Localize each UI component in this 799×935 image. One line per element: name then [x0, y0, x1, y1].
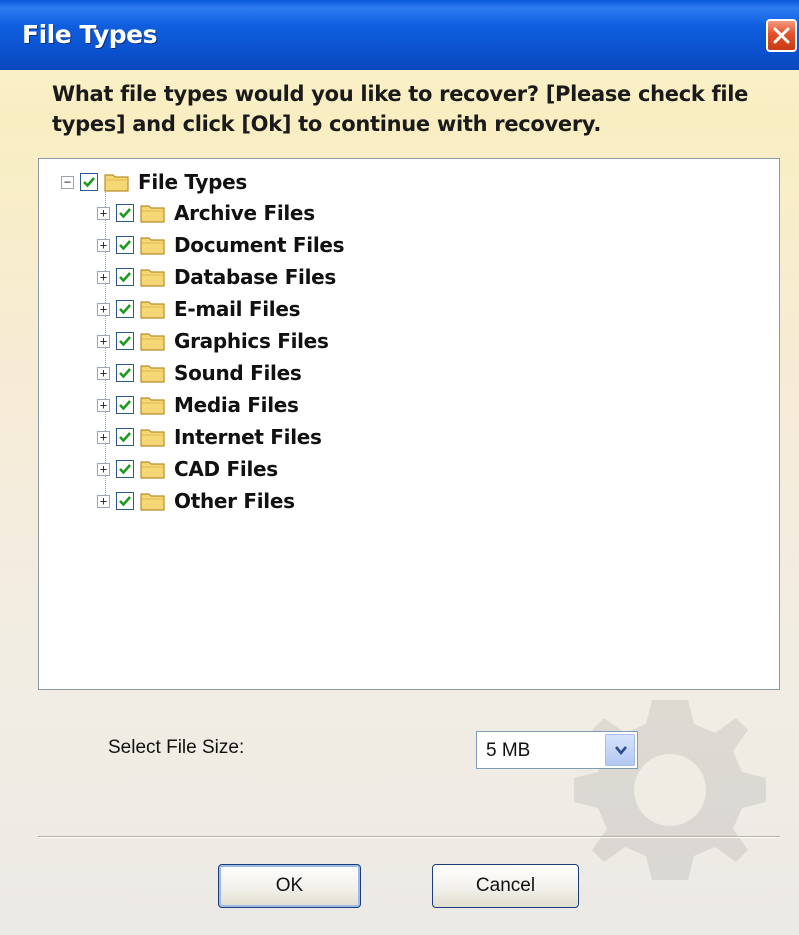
checkbox-archive-files[interactable] [116, 204, 134, 222]
tree-node-media-files[interactable]: + Media Files [97, 390, 299, 420]
tree-node-label: Media Files [174, 393, 299, 417]
tree-root-label: File Types [138, 170, 247, 194]
tree-node-graphics-files[interactable]: + Graphics Files [97, 326, 329, 356]
checkbox-email-files[interactable] [116, 300, 134, 318]
title-bar: File Types [0, 0, 799, 70]
checkbox-internet-files[interactable] [116, 428, 134, 446]
tree-node-label: Internet Files [174, 425, 322, 449]
checkmark-icon [119, 368, 131, 379]
folder-icon [140, 397, 165, 415]
expand-toggle[interactable]: + [97, 270, 110, 284]
expand-toggle[interactable]: + [97, 462, 110, 476]
folder-icon [140, 205, 165, 223]
tree-node-cad-files[interactable]: + CAD Files [97, 454, 278, 484]
expand-toggle[interactable]: + [97, 430, 110, 444]
tree-node-email-files[interactable]: + E-mail Files [97, 294, 301, 324]
file-size-value: 5 MB [486, 740, 531, 761]
checkmark-icon [119, 240, 131, 251]
ok-button[interactable]: OK [218, 864, 361, 908]
checkbox-graphics-files[interactable] [116, 332, 134, 350]
folder-icon [140, 269, 165, 287]
dropdown-arrow-button[interactable] [605, 734, 635, 766]
tree-node-label: E-mail Files [174, 297, 301, 321]
folder-icon [140, 493, 165, 511]
tree-node-label: CAD Files [174, 457, 278, 481]
checkbox-file-types[interactable] [80, 173, 98, 191]
tree-node-label: Archive Files [174, 201, 315, 225]
expand-toggle[interactable]: + [97, 366, 110, 380]
checkbox-other-files[interactable] [116, 492, 134, 510]
file-size-label: Select File Size: [108, 737, 245, 758]
checkmark-icon [119, 400, 131, 411]
cancel-button[interactable]: Cancel [432, 864, 579, 908]
collapse-toggle[interactable]: − [61, 175, 74, 189]
folder-icon [140, 429, 165, 447]
tree-node-label: Sound Files [174, 361, 302, 385]
file-types-tree[interactable]: − File Types + Archive Files + Document … [38, 158, 780, 690]
expand-toggle[interactable]: + [97, 302, 110, 316]
checkmark-icon [119, 208, 131, 219]
expand-toggle[interactable]: + [97, 334, 110, 348]
expand-toggle[interactable]: + [97, 398, 110, 412]
checkmark-icon [119, 432, 131, 443]
expand-toggle[interactable]: + [97, 494, 110, 508]
checkmark-icon [119, 464, 131, 475]
checkbox-cad-files[interactable] [116, 460, 134, 478]
tree-node-label: Database Files [174, 265, 337, 289]
file-types-dialog: File Types What file types would you lik… [0, 0, 799, 935]
tree-node-label: Document Files [174, 233, 345, 257]
tree-node-label: Other Files [174, 489, 295, 513]
checkbox-sound-files[interactable] [116, 364, 134, 382]
folder-icon [140, 365, 165, 383]
folder-icon [140, 461, 165, 479]
checkmark-icon [83, 177, 95, 188]
folder-icon [104, 174, 129, 192]
tree-node-label: Graphics Files [174, 329, 329, 353]
divider [38, 836, 780, 838]
tree-root-node[interactable]: − File Types [61, 167, 247, 197]
checkbox-document-files[interactable] [116, 236, 134, 254]
expand-toggle[interactable]: + [97, 238, 110, 252]
checkbox-database-files[interactable] [116, 268, 134, 286]
tree-node-other-files[interactable]: + Other Files [97, 486, 295, 516]
checkmark-icon [119, 304, 131, 315]
close-button[interactable] [766, 19, 797, 52]
folder-icon [140, 237, 165, 255]
checkbox-media-files[interactable] [116, 396, 134, 414]
chevron-down-icon [615, 746, 627, 756]
tree-node-database-files[interactable]: + Database Files [97, 262, 336, 292]
dialog-title: File Types [22, 20, 158, 49]
tree-node-archive-files[interactable]: + Archive Files [97, 198, 315, 228]
file-size-dropdown[interactable]: 5 MB [476, 731, 638, 769]
checkmark-icon [119, 336, 131, 347]
instructions-text: What file types would you like to recove… [52, 82, 749, 136]
tree-node-internet-files[interactable]: + Internet Files [97, 422, 322, 452]
folder-icon [140, 333, 165, 351]
checkmark-icon [119, 496, 131, 507]
checkmark-icon [119, 272, 131, 283]
tree-node-sound-files[interactable]: + Sound Files [97, 358, 302, 388]
expand-toggle[interactable]: + [97, 206, 110, 220]
folder-icon [140, 301, 165, 319]
close-x-icon [773, 27, 790, 44]
tree-node-document-files[interactable]: + Document Files [97, 230, 345, 260]
